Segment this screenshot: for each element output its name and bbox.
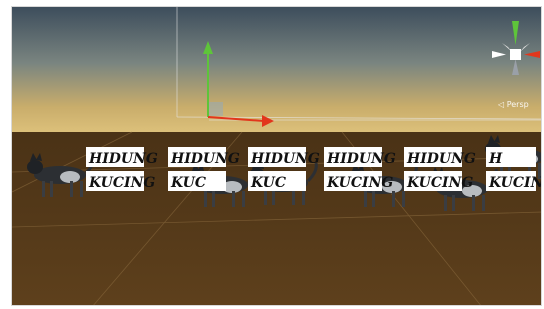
sign-top-word: HIDUNG — [88, 151, 158, 167]
sign-top-word: H — [488, 151, 503, 167]
sign-bottom-word: KUCING — [488, 175, 542, 191]
scene-canvas[interactable]: HIDUNG KUCING HIDUNG KUC HIDUNG KUC HIDUNG KUCI… — [12, 7, 542, 306]
sign-bottom-word: KUCING — [406, 175, 473, 191]
sign-bottom-word: KUCING — [88, 175, 155, 191]
sign-top-word: HIDUNG — [326, 151, 396, 167]
sign-bottom-word: KUC — [170, 175, 206, 191]
sign-bottom-word: KUCING — [326, 175, 393, 191]
skybox — [12, 7, 541, 132]
sign-top-word: HIDUNG — [170, 151, 240, 167]
sign-bottom-word: KUC — [250, 175, 286, 191]
scene-view-viewport[interactable]: HIDUNG KUCING HIDUNG KUC HIDUNG KUC HIDUNG KUCI… — [11, 6, 542, 306]
sign-top-word: HIDUNG — [250, 151, 320, 167]
projection-mode-label[interactable]: ◁ Persp — [498, 100, 529, 109]
sign-top-word: HIDUNG — [406, 151, 476, 167]
